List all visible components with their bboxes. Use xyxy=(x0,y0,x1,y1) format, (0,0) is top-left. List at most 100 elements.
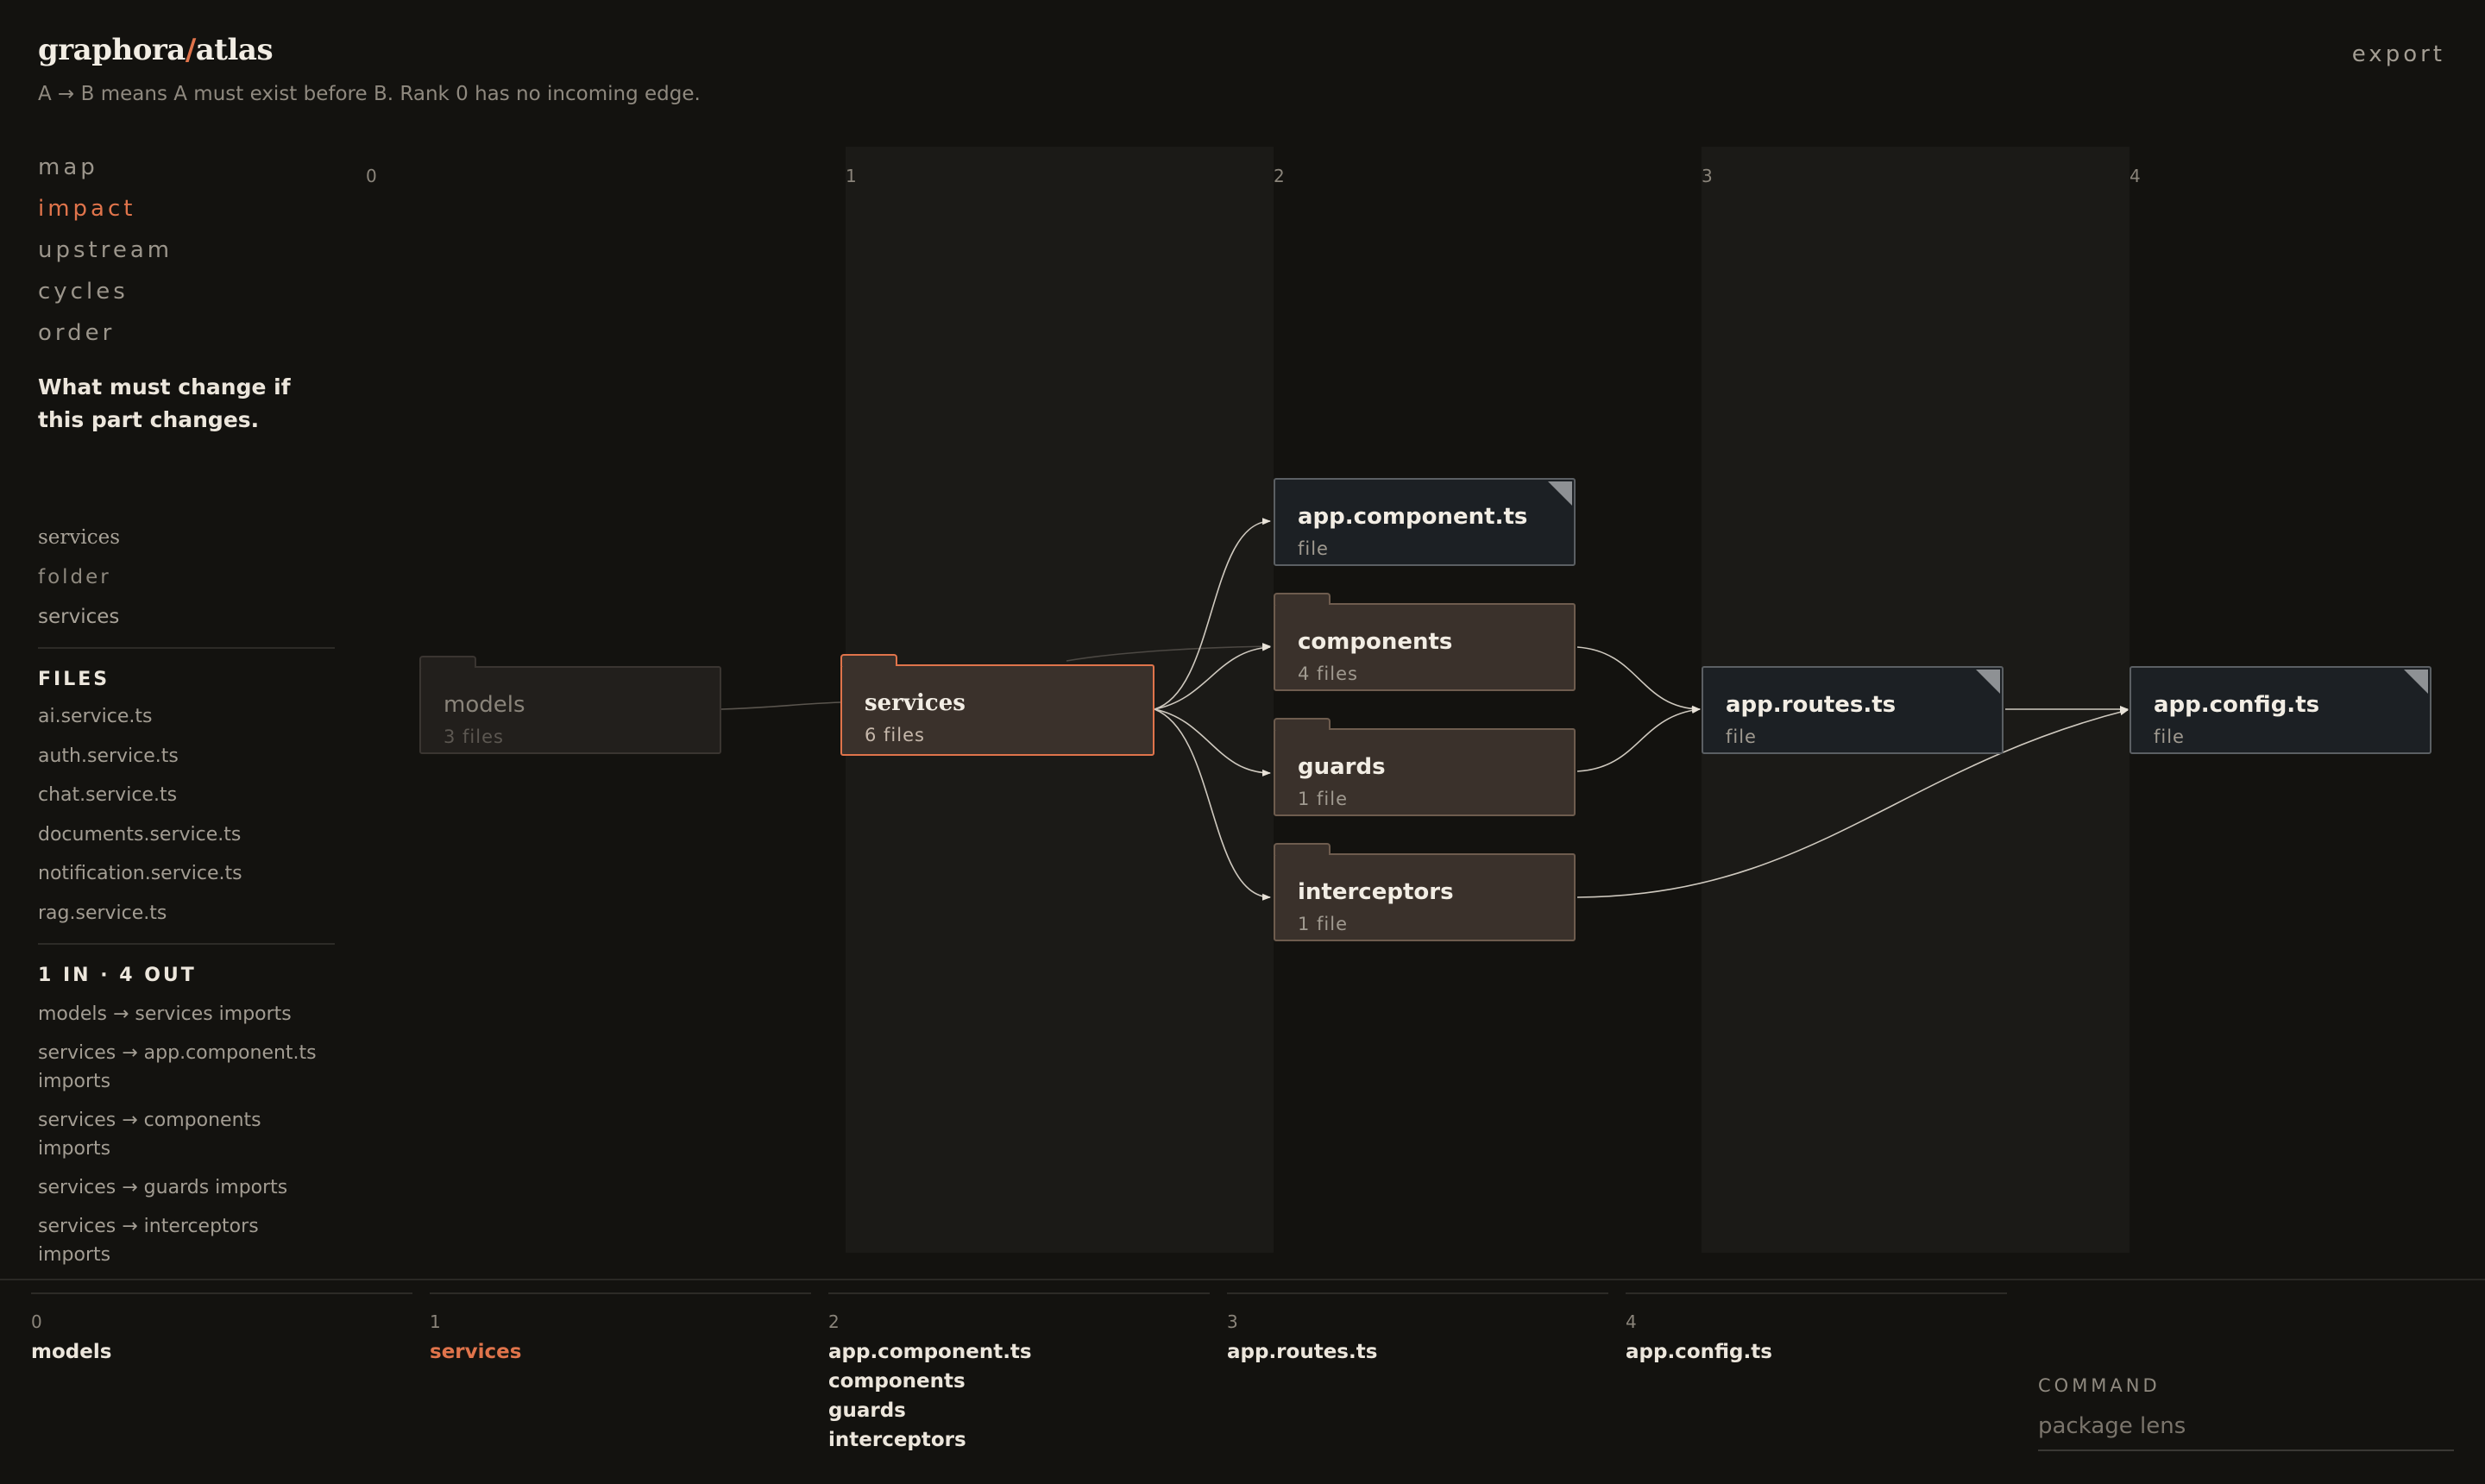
order-item[interactable]: guards xyxy=(828,1396,1210,1425)
order-item[interactable]: app.component.ts xyxy=(828,1337,1210,1367)
column-rank: 0 xyxy=(31,1311,42,1332)
node-title: models xyxy=(444,692,525,718)
column-rank: 4 xyxy=(1626,1311,1637,1332)
graph-node-interceptors[interactable]: interceptors 1 file xyxy=(1274,843,1576,941)
node-title: app.routes.ts xyxy=(1726,692,1897,718)
order-column-0: 0 models xyxy=(31,1292,412,1367)
edge-item[interactable]: services → components imports xyxy=(38,1106,335,1163)
graph-node-app-component[interactable]: app.component.ts file xyxy=(1274,478,1576,566)
node-title: app.component.ts xyxy=(1298,504,1528,530)
divider xyxy=(38,943,335,945)
order-item[interactable]: interceptors xyxy=(828,1425,1210,1455)
view-nav: map impact upstream cycles order xyxy=(38,147,173,354)
file-corner-icon xyxy=(1548,481,1572,506)
column-rule xyxy=(828,1292,1210,1294)
edge-guards-routes xyxy=(1576,707,1701,772)
order-item[interactable]: app.config.ts xyxy=(1626,1337,2007,1367)
order-column-3: 3 app.routes.ts xyxy=(1227,1292,1608,1367)
graph-node-app-routes[interactable]: app.routes.ts file xyxy=(1702,666,2004,754)
command-label: COMMAND xyxy=(2038,1375,2161,1396)
edge-services-guards xyxy=(1154,708,1271,777)
nav-item-order[interactable]: order xyxy=(38,312,173,354)
graph-canvas[interactable]: 0 1 2 3 4 models 3 files services 6 file… xyxy=(345,147,2485,1253)
command-box: COMMAND xyxy=(2038,1375,2454,1451)
node-title: services xyxy=(865,690,966,716)
node-title: components xyxy=(1298,629,1453,655)
order-item[interactable]: services xyxy=(430,1337,811,1367)
page-subtitle: A → B means A must exist before B. Rank … xyxy=(38,83,701,105)
node-subtitle: 4 files xyxy=(1298,663,1358,684)
edge-item[interactable]: services → guards imports xyxy=(38,1173,335,1202)
folder-tab-icon xyxy=(840,654,897,666)
folder-tab-icon xyxy=(1274,718,1331,730)
file-corner-icon xyxy=(2404,670,2428,694)
edges-heading: 1 IN · 4 OUT xyxy=(38,965,197,986)
folder-tab-icon xyxy=(419,656,476,668)
edge-services-app-component xyxy=(1154,518,1271,710)
nav-item-upstream[interactable]: upstream xyxy=(38,230,173,271)
edge-components-routes xyxy=(1576,646,1701,713)
order-item[interactable]: components xyxy=(828,1367,1210,1396)
node-subtitle: 6 files xyxy=(865,725,925,745)
edge-models-services xyxy=(720,701,841,710)
brand-name: graphora xyxy=(38,33,186,67)
column-rank: 3 xyxy=(1227,1311,1238,1332)
footer-divider xyxy=(0,1279,2485,1280)
graph-node-services[interactable]: services 6 files xyxy=(840,654,1154,756)
command-input[interactable] xyxy=(2038,1413,2454,1451)
node-subtitle: file xyxy=(1298,538,1329,559)
node-title: interceptors xyxy=(1298,879,1454,905)
order-column-4: 4 app.config.ts xyxy=(1626,1292,2007,1367)
node-title: app.config.ts xyxy=(2154,692,2320,718)
order-item[interactable]: models xyxy=(31,1337,412,1367)
selection-path: services xyxy=(38,606,120,628)
file-item[interactable]: documents.service.ts xyxy=(38,815,335,855)
folder-tab-icon xyxy=(1274,843,1331,855)
order-column-2: 2 app.component.ts components guards int… xyxy=(828,1292,1210,1455)
file-item[interactable]: ai.service.ts xyxy=(38,697,335,737)
edge-models-components xyxy=(1066,643,1271,662)
node-subtitle: 1 file xyxy=(1298,914,1349,934)
node-subtitle: file xyxy=(1726,726,1757,747)
edge-services-components xyxy=(1154,644,1271,710)
edge-item[interactable]: services → interceptors imports xyxy=(38,1212,335,1269)
order-item[interactable]: app.routes.ts xyxy=(1227,1337,1608,1367)
node-subtitle: 1 file xyxy=(1298,789,1349,809)
graph-node-components[interactable]: components 4 files xyxy=(1274,593,1576,691)
nav-item-cycles[interactable]: cycles xyxy=(38,271,173,312)
graph-node-models[interactable]: models 3 files xyxy=(419,656,721,754)
column-rank: 2 xyxy=(828,1311,840,1332)
column-rule xyxy=(31,1292,412,1294)
node-subtitle: 3 files xyxy=(444,726,504,747)
file-item[interactable]: auth.service.ts xyxy=(38,737,335,777)
nav-item-impact[interactable]: impact xyxy=(38,188,173,230)
column-rank: 1 xyxy=(430,1311,441,1332)
files-heading: FILES xyxy=(38,669,110,690)
brand-product: atlas xyxy=(195,33,274,67)
app-logo: graphora/atlas xyxy=(38,33,274,67)
selection-kind: folder xyxy=(38,566,111,588)
column-rule xyxy=(1227,1292,1608,1294)
view-description: What must change if this part changes. xyxy=(38,374,291,432)
order-column-1: 1 services xyxy=(430,1292,811,1367)
selection-name: services xyxy=(38,526,121,549)
graph-node-app-config[interactable]: app.config.ts file xyxy=(2130,666,2432,754)
divider xyxy=(38,647,335,649)
file-item[interactable]: rag.service.ts xyxy=(38,894,335,934)
file-item[interactable]: notification.service.ts xyxy=(38,854,335,894)
graph-node-guards[interactable]: guards 1 file xyxy=(1274,718,1576,816)
nav-item-map[interactable]: map xyxy=(38,147,173,188)
export-button[interactable]: export xyxy=(2352,41,2445,67)
folder-tab-icon xyxy=(1274,593,1331,605)
column-rule xyxy=(1626,1292,2007,1294)
edge-item[interactable]: services → app.component.ts imports xyxy=(38,1039,335,1096)
edge-item[interactable]: models → services imports xyxy=(38,1000,335,1028)
file-item[interactable]: chat.service.ts xyxy=(38,776,335,815)
edge-services-interceptors xyxy=(1154,708,1271,901)
node-title: guards xyxy=(1298,754,1386,780)
brand-slash: / xyxy=(185,33,196,67)
file-corner-icon xyxy=(1976,670,2000,694)
column-rule xyxy=(430,1292,811,1294)
selection-panel: services folder services FILES ai.servic… xyxy=(38,518,335,1280)
node-subtitle: file xyxy=(2154,726,2185,747)
